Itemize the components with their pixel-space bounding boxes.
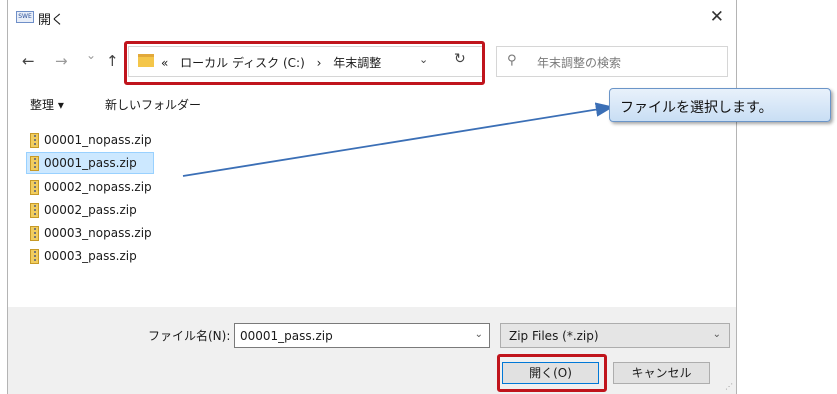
- file-item[interactable]: 00003_pass.zip: [26, 245, 154, 267]
- file-name: 00002_nopass.zip: [44, 180, 152, 194]
- file-item[interactable]: 00003_nopass.zip: [26, 222, 154, 244]
- refresh-icon[interactable]: ↻: [454, 51, 466, 67]
- file-name: 00003_pass.zip: [44, 249, 137, 263]
- breadcrumb: « ローカル ディスク (C:) › 年末調整: [161, 54, 389, 71]
- search-input[interactable]: ⚲ 年末調整の検索: [496, 46, 728, 77]
- close-icon[interactable]: ✕: [710, 7, 724, 27]
- file-name: 00001_nopass.zip: [44, 133, 152, 147]
- dialog-title: 開く: [38, 13, 65, 28]
- filename-input[interactable]: 00001_pass.zip ⌄: [234, 323, 490, 348]
- file-name: 00001_pass.zip: [44, 156, 137, 170]
- app-icon: SWE: [16, 11, 34, 23]
- instruction-callout: ファイルを選択します。: [609, 88, 831, 122]
- file-item-selected[interactable]: 00001_pass.zip: [26, 152, 154, 174]
- callout-text: ファイルを選択します。: [620, 100, 773, 116]
- forward-arrow-icon[interactable]: →: [55, 52, 68, 70]
- filename-label: ファイル名(N):: [148, 329, 231, 343]
- chevron-down-icon: ⌄: [712, 329, 721, 340]
- navigation-bar: ← → ⌄ ↑ « ローカル ディスク (C:) › 年末調整 ⌄ ↻ ⚲ 年末…: [8, 40, 736, 85]
- cancel-button[interactable]: キャンセル: [613, 362, 710, 384]
- breadcrumb-item-local-disk[interactable]: ローカル ディスク (C:): [180, 56, 305, 70]
- new-folder-button[interactable]: 新しいフォルダー: [105, 96, 201, 113]
- open-file-dialog: SWE 開く ✕ ← → ⌄ ↑ « ローカル ディスク (C:) › 年末調整…: [7, 0, 737, 394]
- recent-locations-icon[interactable]: ⌄: [86, 48, 96, 62]
- file-name: 00003_nopass.zip: [44, 226, 152, 240]
- organize-button[interactable]: 整理 ▾: [30, 96, 64, 113]
- file-name: 00002_pass.zip: [44, 203, 137, 217]
- search-placeholder: 年末調整の検索: [537, 56, 622, 70]
- chevron-down-icon[interactable]: ⌄: [419, 53, 428, 66]
- zip-file-icon: [30, 226, 39, 241]
- file-item[interactable]: 00001_nopass.zip: [26, 129, 154, 151]
- file-type-value: Zip Files (*.zip): [509, 329, 599, 343]
- zip-file-icon: [30, 203, 39, 218]
- filename-value: 00001_pass.zip: [240, 329, 333, 343]
- zip-file-icon: [30, 156, 39, 171]
- file-item[interactable]: 00002_pass.zip: [26, 199, 154, 221]
- file-list: 00001_nopass.zip 00001_pass.zip 00002_no…: [8, 122, 736, 307]
- zip-file-icon: [30, 180, 39, 195]
- title-bar: SWE 開く ✕: [8, 0, 736, 34]
- file-type-select[interactable]: Zip Files (*.zip) ⌄: [500, 323, 730, 348]
- zip-file-icon: [30, 133, 39, 148]
- breadcrumb-overflow[interactable]: «: [161, 56, 168, 70]
- file-item[interactable]: 00002_nopass.zip: [26, 176, 154, 198]
- zip-file-icon: [30, 249, 39, 264]
- breadcrumb-separator-icon: ›: [316, 56, 322, 70]
- folder-icon: [138, 54, 154, 67]
- dialog-footer: ファイル名(N): 00001_pass.zip ⌄ Zip Files (*.…: [8, 307, 736, 394]
- address-bar[interactable]: « ローカル ディスク (C:) › 年末調整 ⌄ ↻: [128, 46, 483, 77]
- breadcrumb-item-year-end[interactable]: 年末調整: [333, 56, 381, 70]
- back-arrow-icon[interactable]: ←: [22, 52, 35, 70]
- up-arrow-icon[interactable]: ↑: [106, 52, 119, 70]
- resize-grip-icon[interactable]: ⋰: [725, 382, 733, 391]
- open-button[interactable]: 開く(O): [502, 362, 599, 384]
- chevron-down-icon[interactable]: ⌄: [475, 329, 483, 340]
- search-icon: ⚲: [507, 53, 517, 68]
